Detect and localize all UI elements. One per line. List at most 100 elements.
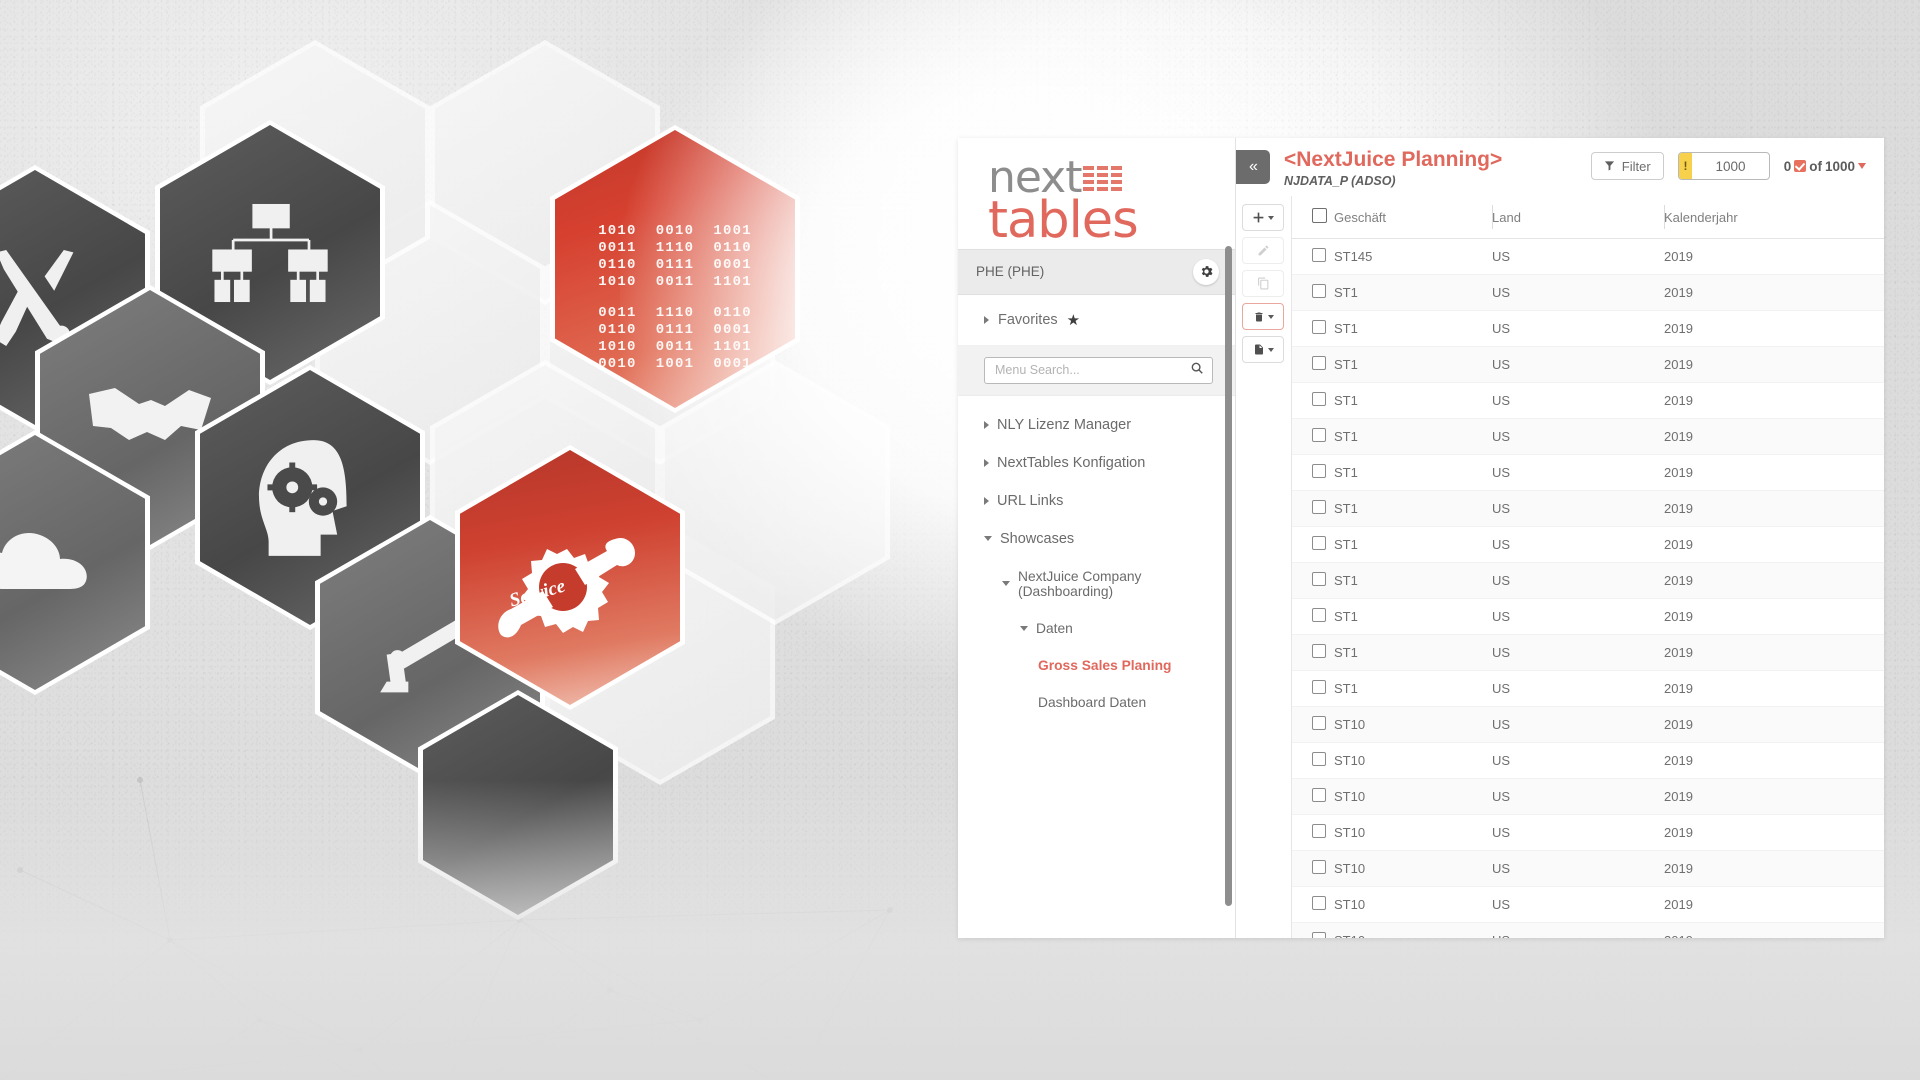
row-limit-field[interactable]: ! bbox=[1677, 152, 1770, 180]
row-checkbox[interactable] bbox=[1312, 392, 1326, 406]
row-select-cell bbox=[1292, 598, 1334, 635]
table-cell: US bbox=[1492, 526, 1664, 563]
table-row[interactable]: ST1 US 2019 bbox=[1292, 274, 1884, 311]
sidebar: next tables PHE (PHE) Favorites ★ Menu S… bbox=[958, 138, 1236, 938]
row-checkbox[interactable] bbox=[1312, 608, 1326, 622]
caret-down-icon[interactable] bbox=[1858, 163, 1866, 169]
table-row[interactable]: ST10US2019 bbox=[1292, 922, 1884, 938]
row-select-cell bbox=[1292, 634, 1334, 671]
row-checkbox[interactable] bbox=[1312, 716, 1326, 730]
selection-info[interactable]: 0 of 1000 bbox=[1784, 159, 1866, 174]
column-header-geschaeft[interactable]: Geschäft bbox=[1334, 196, 1492, 239]
row-checkbox[interactable] bbox=[1312, 248, 1326, 262]
table-cell: 2019 bbox=[1664, 562, 1884, 599]
warning-icon: ! bbox=[1678, 153, 1693, 179]
row-select-cell bbox=[1292, 778, 1334, 815]
row-checkbox[interactable] bbox=[1312, 680, 1326, 694]
table-row[interactable]: ST1 US 2019 bbox=[1292, 346, 1884, 383]
star-icon: ★ bbox=[1066, 311, 1081, 329]
menu-search-input[interactable] bbox=[995, 363, 1190, 378]
menu-search-area bbox=[958, 345, 1235, 396]
table-cell: US bbox=[1492, 382, 1664, 419]
table-row[interactable]: ST1 US 2019 bbox=[1292, 526, 1884, 563]
chevron-right-icon bbox=[984, 315, 989, 324]
table-row[interactable]: ST1 US 2019 bbox=[1292, 382, 1884, 419]
toolbar-rail bbox=[1236, 196, 1292, 938]
export-button[interactable] bbox=[1242, 336, 1284, 363]
sidebar-scrollbar[interactable] bbox=[1225, 246, 1232, 906]
select-all-checkbox[interactable] bbox=[1312, 208, 1327, 223]
collapse-sidebar-button[interactable]: « bbox=[1236, 150, 1270, 184]
row-checkbox[interactable] bbox=[1312, 428, 1326, 442]
table-row[interactable]: ST10US2019 bbox=[1292, 814, 1884, 851]
table-row[interactable]: ST10US2019 bbox=[1292, 742, 1884, 779]
table-header: Geschäft Land Kalenderjahr bbox=[1292, 196, 1884, 239]
table-row[interactable]: ST1 US 2019 bbox=[1292, 634, 1884, 671]
sidebar-item-url-links[interactable]: URL Links bbox=[958, 482, 1235, 520]
table-cell: ST10 bbox=[1334, 706, 1492, 743]
table-row[interactable]: ST10US2019 bbox=[1292, 850, 1884, 887]
filter-button[interactable]: Filter bbox=[1590, 152, 1664, 180]
sidebar-item-nly-lizenz-manager[interactable]: NLY Lizenz Manager bbox=[958, 406, 1235, 444]
row-checkbox[interactable] bbox=[1312, 824, 1326, 838]
gear-icon[interactable] bbox=[1193, 258, 1219, 285]
table-cell: ST10 bbox=[1334, 922, 1492, 938]
delete-button[interactable] bbox=[1242, 303, 1284, 330]
table-row[interactable]: ST1 US 2019 bbox=[1292, 598, 1884, 635]
table-cell: 2019 bbox=[1664, 886, 1884, 923]
row-checkbox[interactable] bbox=[1312, 500, 1326, 514]
sidebar-item-favorites[interactable]: Favorites ★ bbox=[958, 294, 1235, 346]
sidebar-item-gross-sales-planing[interactable]: Gross Sales Planing bbox=[958, 647, 1235, 684]
row-checkbox[interactable] bbox=[1312, 788, 1326, 802]
table-row[interactable]: ST10US2019 bbox=[1292, 778, 1884, 815]
table-cell: US bbox=[1492, 634, 1664, 671]
column-header-land[interactable]: Land bbox=[1492, 196, 1664, 239]
row-checkbox[interactable] bbox=[1312, 932, 1326, 938]
row-checkbox[interactable] bbox=[1312, 644, 1326, 658]
row-checkbox[interactable] bbox=[1312, 572, 1326, 586]
sidebar-item-showcases[interactable]: Showcases bbox=[958, 520, 1235, 558]
row-checkbox[interactable] bbox=[1312, 752, 1326, 766]
add-button[interactable] bbox=[1242, 204, 1284, 231]
menu-search-box[interactable] bbox=[984, 356, 1213, 384]
row-select-cell bbox=[1292, 814, 1334, 851]
table-cell: ST145 bbox=[1334, 238, 1492, 275]
cloud-icon bbox=[0, 532, 87, 589]
chevron-down-icon bbox=[1267, 347, 1274, 352]
table-row[interactable]: ST1 US 2019 bbox=[1292, 310, 1884, 347]
table-row[interactable]: ST1 US 2019 bbox=[1292, 418, 1884, 455]
table-row[interactable]: ST10US2019 bbox=[1292, 706, 1884, 743]
table-row[interactable]: ST1 US 2019 bbox=[1292, 562, 1884, 599]
search-icon[interactable] bbox=[1190, 361, 1204, 380]
sidebar-item-nexttables-konfigation[interactable]: NextTables Konfigation bbox=[958, 444, 1235, 482]
table-grid-icon bbox=[1083, 166, 1123, 192]
tree-label: NextJuice Company (Dashboarding) bbox=[1018, 568, 1142, 599]
tree-label: Gross Sales Planing bbox=[1038, 657, 1172, 673]
sidebar-item-dashboard-daten[interactable]: Dashboard Daten bbox=[958, 684, 1235, 721]
sidebar-item-nextjuice-company[interactable]: NextJuice Company (Dashboarding) bbox=[958, 558, 1235, 610]
row-checkbox[interactable] bbox=[1312, 320, 1326, 334]
system-bar: PHE (PHE) bbox=[958, 248, 1235, 295]
row-select-cell bbox=[1292, 274, 1334, 311]
table-cell: ST1 bbox=[1334, 670, 1492, 707]
chevron-right-icon bbox=[984, 496, 989, 505]
table-row[interactable]: ST1 US 2019 bbox=[1292, 490, 1884, 527]
table-row[interactable]: ST1 US 2019 bbox=[1292, 454, 1884, 491]
row-checkbox[interactable] bbox=[1312, 284, 1326, 298]
tree-label: NLY Lizenz Manager bbox=[997, 416, 1132, 433]
row-checkbox[interactable] bbox=[1312, 464, 1326, 478]
table-row[interactable]: ST10US2019 bbox=[1292, 886, 1884, 923]
table-row[interactable]: ST145 US 2019 bbox=[1292, 238, 1884, 275]
head-gears-icon bbox=[258, 439, 347, 556]
table-cell: US bbox=[1492, 778, 1664, 815]
row-checkbox[interactable] bbox=[1312, 896, 1326, 910]
row-limit-input[interactable] bbox=[1692, 158, 1769, 174]
row-checkbox[interactable] bbox=[1312, 536, 1326, 550]
column-header-kalenderjahr[interactable]: Kalenderjahr bbox=[1664, 196, 1884, 239]
data-grid[interactable]: Geschäft Land Kalenderjahr ST145 US 2019 ST… bbox=[1292, 196, 1884, 938]
table-cell: US bbox=[1492, 562, 1664, 599]
row-checkbox[interactable] bbox=[1312, 860, 1326, 874]
sidebar-item-daten[interactable]: Daten bbox=[958, 610, 1235, 647]
table-row[interactable]: ST1 US 2019 bbox=[1292, 670, 1884, 707]
row-checkbox[interactable] bbox=[1312, 356, 1326, 370]
